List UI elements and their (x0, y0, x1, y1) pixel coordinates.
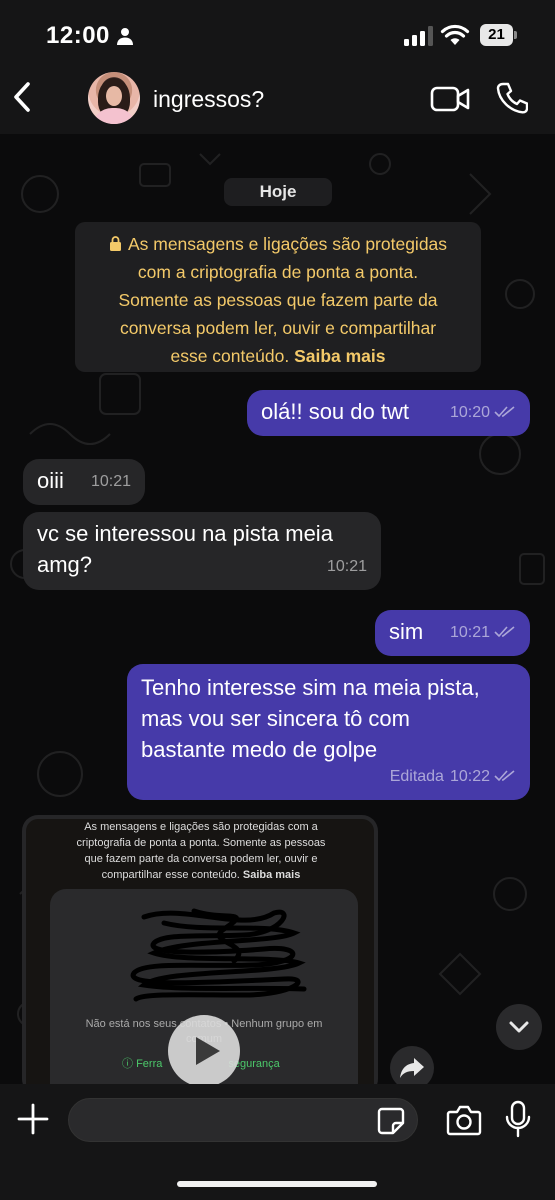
outgoing-message[interactable]: sim 10:21 (375, 610, 530, 656)
status-bar: 12:00 21 (0, 0, 555, 66)
edited-label: Editada (389, 768, 444, 785)
message-time: 10:21 (326, 558, 367, 575)
incoming-message[interactable]: vc se interessou na pista meia amg? 10:2… (23, 512, 381, 590)
video-message[interactable]: As mensagens e ligações são protegidas c… (22, 815, 378, 1084)
person-icon (117, 28, 133, 45)
outgoing-message[interactable]: olá!! sou do twt 10:20 (247, 390, 530, 436)
message-text: olá!! sou do twt (261, 399, 409, 424)
outgoing-message[interactable]: Tenho interesse sim na meia pista, mas v… (127, 664, 530, 800)
message-text: Tenho interesse sim na meia pista, (141, 675, 480, 700)
battery-icon: 21 (480, 24, 517, 46)
forward-icon (400, 1058, 424, 1078)
chat-header: ingressos? (0, 66, 555, 134)
message-text: mas vou ser sincera tô com (141, 706, 410, 731)
plus-icon[interactable] (16, 1102, 50, 1136)
battery-level: 21 (480, 24, 513, 46)
camera-icon[interactable] (446, 1104, 482, 1136)
play-button[interactable] (168, 1015, 240, 1084)
encryption-notice[interactable]: As mensagens e ligações são protegidas c… (75, 222, 481, 372)
message-time: 10:21 (90, 473, 131, 490)
home-indicator[interactable] (177, 1181, 377, 1187)
microphone-icon[interactable] (505, 1100, 531, 1138)
learn-more-link[interactable]: Saiba mais (294, 346, 385, 366)
chevron-down-icon (509, 1021, 529, 1033)
message-input[interactable] (68, 1098, 418, 1142)
double-check-icon (494, 626, 515, 638)
message-text: oiii (37, 468, 64, 493)
input-bar (0, 1084, 555, 1200)
chat-area[interactable]: Hoje As mensagens e ligações são protegi… (0, 134, 555, 1084)
status-time: 12:00 (46, 22, 110, 49)
message-meta: Editada 10:22 (390, 761, 516, 792)
sticker-icon[interactable] (376, 1106, 406, 1136)
message-meta: 10:20 (450, 397, 516, 428)
play-icon (196, 1037, 220, 1065)
date-separator: Hoje (224, 178, 332, 206)
thumbnail-encryption-text: As mensagens e ligações são protegidas c… (76, 821, 326, 881)
wifi-icon (440, 24, 470, 45)
double-check-icon (494, 406, 515, 418)
message-meta: 10:21 (450, 617, 516, 648)
double-check-icon (494, 770, 515, 782)
video-thumbnail[interactable]: As mensagens e ligações são protegidas c… (26, 819, 374, 1084)
back-icon[interactable] (8, 80, 38, 114)
phone-call-icon[interactable] (496, 81, 528, 115)
forward-button[interactable] (390, 1046, 434, 1084)
signal-icon (404, 26, 433, 46)
lock-icon (109, 236, 121, 251)
redaction-scribble (130, 908, 307, 1002)
message-text: amg? (37, 552, 93, 577)
incoming-message[interactable]: oiii 10:21 (23, 459, 145, 505)
message-text: sim (389, 619, 424, 644)
contact-name[interactable]: ingressos? (153, 86, 264, 113)
scroll-to-bottom-button[interactable] (496, 1004, 542, 1050)
video-call-icon[interactable] (430, 84, 470, 114)
message-text: vc se interessou na pista meia (37, 521, 333, 546)
avatar[interactable] (88, 72, 140, 124)
